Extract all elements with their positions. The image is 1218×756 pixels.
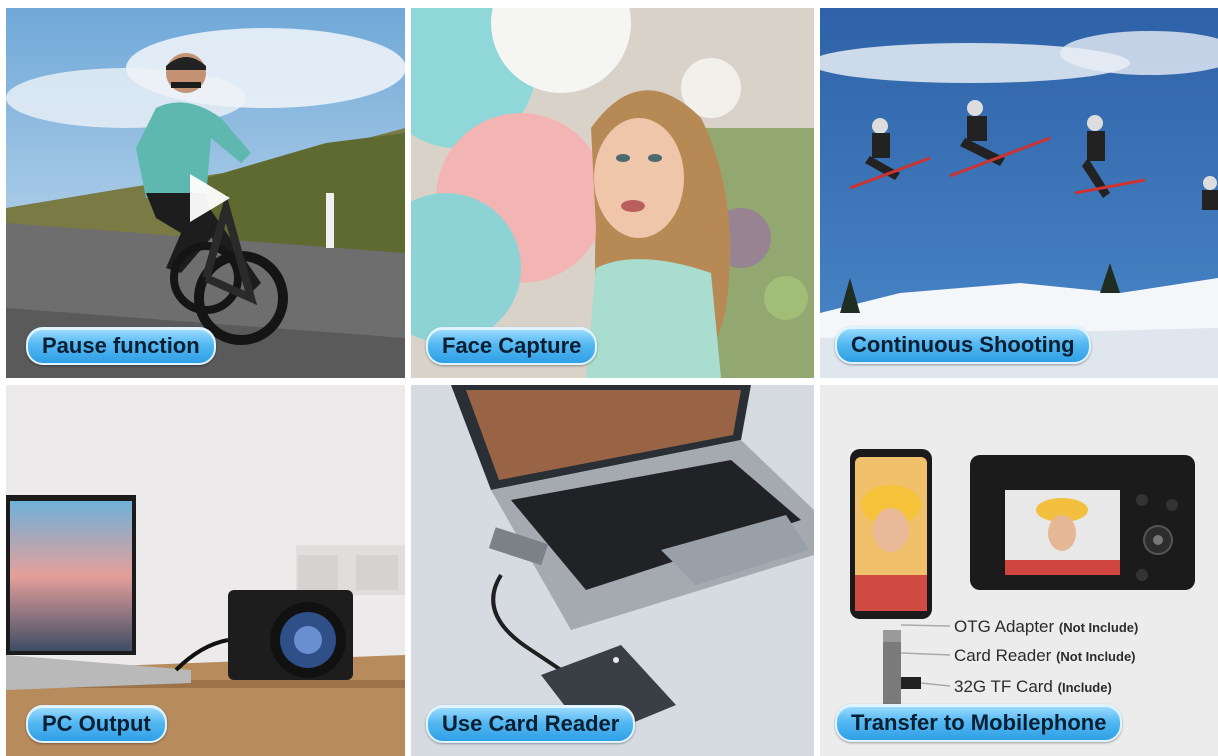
tile-pc-output[interactable]: PC Output <box>6 385 405 756</box>
face-capture-photo <box>411 8 814 378</box>
tf-card-note: (Include) <box>1057 680 1112 695</box>
tile-use-card-reader[interactable]: Use Card Reader <box>411 385 814 756</box>
feature-grid: Pause function Face Capture Continuous S… <box>0 0 1218 756</box>
card-reader-photo <box>411 385 814 756</box>
caption-transfer-to-mobilephone: Transfer to Mobilephone <box>835 704 1123 742</box>
pc-output-photo <box>6 385 405 756</box>
tile-continuous-shooting[interactable]: Continuous Shooting <box>820 8 1218 378</box>
card-reader-label: Card Reader (Not Include) <box>954 646 1136 666</box>
caption-use-card-reader: Use Card Reader <box>426 705 636 743</box>
transfer-diagram <box>820 385 1218 756</box>
otg-adapter-note: (Not Include) <box>1058 620 1139 635</box>
caption-face-capture: Face Capture <box>426 327 598 365</box>
otg-adapter-label: OTG Adapter (Not Include) <box>954 617 1138 637</box>
caption-pc-output: PC Output <box>26 705 167 743</box>
otg-adapter-text: OTG Adapter <box>954 617 1055 636</box>
play-icon[interactable] <box>176 168 236 228</box>
tile-transfer-to-mobilephone[interactable]: OTG Adapter (Not Include) Card Reader (N… <box>820 385 1218 756</box>
caption-pause-function: Pause function <box>26 327 216 365</box>
card-reader-text: Card Reader <box>954 646 1052 665</box>
tf-card-text: 32G TF Card <box>954 677 1053 696</box>
tile-pause-function[interactable]: Pause function <box>6 8 405 378</box>
tile-face-capture[interactable]: Face Capture <box>411 8 814 378</box>
skiers-photo <box>820 8 1218 378</box>
tf-card-label: 32G TF Card (Include) <box>954 677 1112 697</box>
caption-continuous-shooting: Continuous Shooting <box>835 326 1091 364</box>
card-reader-note: (Not Include) <box>1056 649 1136 664</box>
